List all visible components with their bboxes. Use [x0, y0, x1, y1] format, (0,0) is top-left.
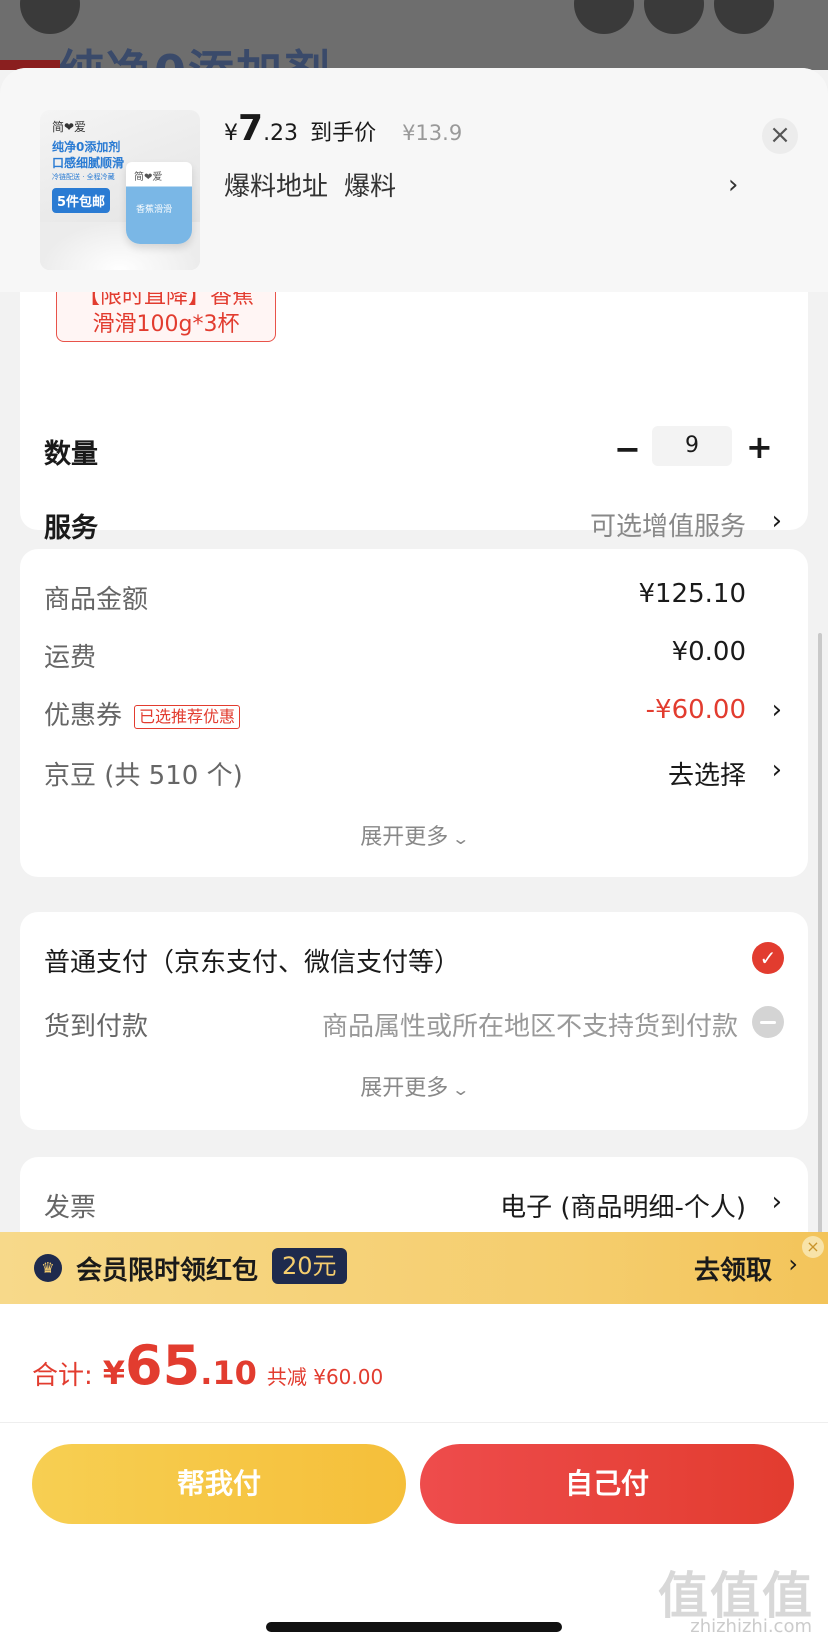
home-indicator[interactable]	[266, 1622, 562, 1632]
chevron-down-icon: ⌄	[451, 1080, 471, 1099]
quantity-minus-button[interactable]: −	[614, 430, 641, 468]
backdrop-icon	[644, 0, 704, 34]
total-saved: 共减 ¥60.00	[266, 1365, 384, 1389]
thumb-brand: 简❤爱	[52, 120, 87, 134]
service-value[interactable]: 可选增值服务	[590, 506, 746, 543]
invoice-label: 发票	[44, 1193, 97, 1223]
back-icon	[20, 0, 80, 34]
normal-payment-label[interactable]: 普通支付（京东支付、微信支付等）	[44, 942, 460, 979]
backdrop-icon	[574, 0, 634, 34]
chevron-right-icon[interactable]: ›	[772, 506, 782, 536]
disabled-icon	[752, 1006, 784, 1038]
expand-more-button[interactable]: 展开更多 ⌄	[20, 819, 808, 851]
coupon-row-label: 优惠券 已选推荐优惠	[44, 695, 241, 732]
check-icon[interactable]: ✓	[752, 942, 784, 974]
jd-beans-label: 京豆 (共 510 个)	[44, 761, 243, 791]
thumb-badge: 5件包邮	[52, 188, 111, 213]
original-price: ¥13.9	[402, 121, 463, 145]
price-integer: 7	[238, 108, 264, 149]
crown-icon: ♛	[34, 1254, 62, 1282]
jd-beans-value[interactable]: 去选择	[668, 755, 746, 792]
thumb-line3: 冷链配送 · 全程冷藏	[52, 173, 115, 181]
thumb-line1: 纯净0添加剂	[52, 140, 121, 154]
expand-more-button[interactable]: 展开更多 ⌄	[20, 1070, 808, 1102]
chevron-right-icon[interactable]: ›	[772, 755, 782, 785]
cup-name: 香蕉滑滑	[136, 205, 173, 215]
service-label: 服务	[44, 513, 98, 544]
backdrop-title: 纯净0添加剂	[58, 36, 332, 70]
product-thumbnail: 简❤爱 纯净0添加剂 口感细腻顺滑 冷链配送 · 全程冷藏 5件包邮 简❤爱 香…	[40, 110, 200, 270]
quantity-input[interactable]: 9	[652, 426, 732, 466]
help-pay-button[interactable]: 帮我付	[32, 1444, 406, 1524]
cod-label: 货到付款	[44, 1012, 149, 1042]
close-button[interactable]: ×	[762, 118, 798, 154]
cod-note: 商品属性或所在地区不支持货到付款	[321, 1012, 738, 1042]
coupon-badge: 已选推荐优惠	[134, 704, 241, 729]
total-integer: 65	[125, 1334, 201, 1397]
product-header: 简❤爱 纯净0添加剂 口感细腻顺滑 冷链配送 · 全程冷藏 5件包邮 简❤爱 香…	[0, 68, 828, 292]
chevron-right-icon[interactable]: ›	[788, 1250, 798, 1278]
goods-amount-value: ¥125.10	[638, 579, 746, 609]
thumb-line2: 口感细腻顺滑	[52, 156, 125, 170]
goods-amount-label: 商品金额	[44, 585, 149, 615]
expand-more-label: 展开更多	[360, 1076, 449, 1101]
source-value: 爆料	[344, 172, 397, 202]
backdrop-icon	[714, 0, 774, 34]
price-row: ¥ 7 .23 到手价 ¥13.9	[224, 108, 463, 149]
chevron-right-icon[interactable]: ›	[728, 170, 738, 200]
coupon-label: 优惠券	[44, 701, 123, 731]
chevron-down-icon: ⌄	[451, 829, 471, 848]
member-banner[interactable]: ♛ 会员限时领红包 20元 去领取 › ×	[0, 1232, 828, 1304]
yogurt-cup-icon: 简❤爱 香蕉滑滑	[126, 162, 192, 244]
total-row: 合计: ¥ 65 .10 共减 ¥60.00	[32, 1334, 383, 1397]
total-symbol: ¥	[102, 1354, 126, 1392]
self-pay-button[interactable]: 自己付	[420, 1444, 794, 1524]
expand-more-label: 展开更多	[360, 825, 449, 850]
banner-close-icon[interactable]: ×	[802, 1236, 824, 1258]
source-label: 爆料地址	[224, 172, 329, 202]
invoice-value[interactable]: 电子 (商品明细-个人)	[500, 1187, 746, 1224]
cup-brand: 简❤爱	[134, 172, 163, 183]
price-summary-card: 商品金额 ¥125.10 运费 ¥0.00 优惠券 已选推荐优惠 -¥60.00 …	[20, 549, 808, 877]
quantity-label: 数量	[44, 439, 98, 470]
shipping-label: 运费	[44, 643, 97, 673]
bottom-bar: 合计: ¥ 65 .10 共减 ¥60.00 帮我付 自己付 值值值 zhizh…	[0, 1304, 828, 1647]
total-decimal: .10	[200, 1354, 257, 1392]
coupon-value[interactable]: -¥60.00	[646, 695, 746, 725]
quantity-plus-button[interactable]: +	[746, 428, 773, 466]
shipping-value: ¥0.00	[671, 637, 746, 667]
divider	[0, 1422, 828, 1423]
member-amount-badge: 20元	[272, 1248, 347, 1284]
price-symbol: ¥	[224, 121, 238, 146]
page-backdrop: 纯净0添加剂	[0, 0, 828, 70]
chevron-right-icon[interactable]: ›	[772, 695, 782, 725]
source-link[interactable]: 爆料地址 爆料	[224, 166, 396, 203]
claim-button[interactable]: 去领取	[694, 1250, 772, 1287]
watermark-url: zhizhizhi.com	[690, 1616, 812, 1637]
price-tag: 到手价	[310, 121, 377, 146]
spec-chip-line2: 滑滑100g*3杯	[92, 312, 240, 337]
payment-card: 普通支付（京东支付、微信支付等） ✓ 货到付款 商品属性或所在地区不支持货到付款…	[20, 912, 808, 1130]
member-text: 会员限时领红包	[76, 1256, 259, 1286]
price-decimal: .23	[263, 121, 299, 146]
total-label: 合计:	[32, 1361, 93, 1391]
chevron-right-icon[interactable]: ›	[772, 1187, 782, 1217]
